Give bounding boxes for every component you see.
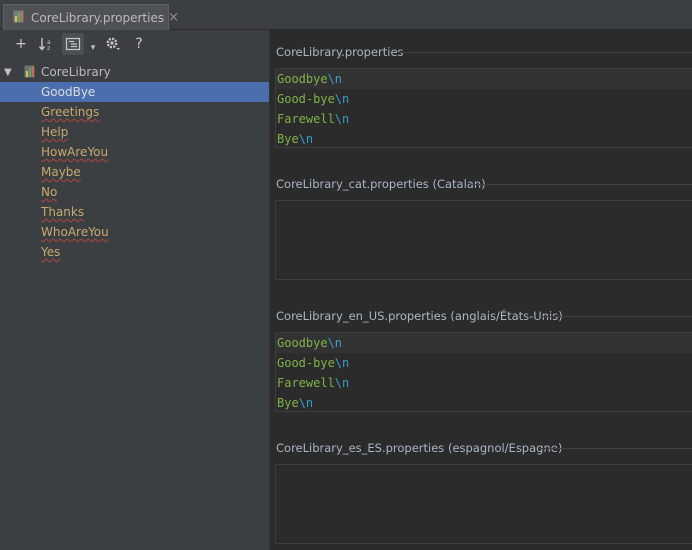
value-line: Bye\n (277, 132, 314, 146)
tree-item-greetings[interactable]: Greetings (0, 102, 269, 122)
help-icon[interactable]: ? (126, 33, 152, 55)
value-line: Farewell\n (277, 112, 350, 126)
tree-item-goodbye[interactable]: GoodBye (0, 82, 269, 102)
tree-item-howareyou[interactable]: HowAreYou (0, 142, 269, 162)
expand-arrow-icon[interactable]: ▼ (4, 67, 18, 78)
sort-alphabetically-icon[interactable]: a z (34, 33, 60, 55)
resource-bundle-tree-panel: + a z ▾ ? ▼ CoreLibrary GoodBye Greeting… (0, 30, 270, 550)
value-line: Goodbye\n (276, 333, 692, 353)
tree-root-label: CoreLibrary (41, 65, 111, 79)
value-editor-default[interactable]: Goodbye\n Good-bye\n Farewell\n Bye\n (275, 68, 692, 148)
value-editor-catalan[interactable] (275, 200, 692, 280)
value-editor-en-us[interactable]: Goodbye\n Good-bye\n Farewell\n Bye\n (275, 332, 692, 412)
value-editor-es-es[interactable] (275, 464, 692, 544)
tree-item-whoareyou[interactable]: WhoAreYou (0, 222, 269, 242)
add-icon[interactable]: + (8, 33, 34, 55)
chevron-down-icon[interactable]: ▾ (86, 29, 100, 59)
section-divider (470, 184, 692, 185)
value-line: Good-bye\n (277, 92, 350, 106)
tree-root-corelibrary[interactable]: ▼ CoreLibrary (0, 62, 269, 82)
group-by-prefix-icon[interactable] (62, 33, 84, 55)
section-divider (542, 316, 692, 317)
tree-toolbar: + a z ▾ ? (0, 30, 269, 58)
resource-bundle-icon (24, 64, 37, 81)
section-title-en-us: CoreLibrary_en_US.properties (anglais/Ét… (276, 309, 563, 323)
close-icon[interactable]: × (168, 11, 179, 24)
tree-item-thanks[interactable]: Thanks (0, 202, 269, 222)
value-line: Good-bye\n (277, 356, 350, 370)
tree-item-maybe[interactable]: Maybe (0, 162, 269, 182)
value-line: Goodbye\n (276, 69, 692, 89)
tree-item-yes[interactable]: Yes (0, 242, 269, 262)
value-line: Farewell\n (277, 376, 350, 390)
tree-item-no[interactable]: No (0, 182, 269, 202)
editor-tab[interactable]: CoreLibrary.properties × (3, 4, 179, 30)
section-title-es-es: CoreLibrary_es_ES.properties (espagnol/E… (276, 441, 563, 455)
section-title-catalan: CoreLibrary_cat.properties (Catalan) (276, 177, 486, 191)
property-values-panel: CoreLibrary.properties Goodbye\n Good-by… (270, 30, 692, 550)
tab-title: CoreLibrary.properties (31, 10, 165, 25)
section-title-default: CoreLibrary.properties (276, 45, 404, 59)
properties-tree: ▼ CoreLibrary GoodBye Greetings Help How… (0, 62, 269, 262)
section-divider (538, 448, 692, 449)
gear-icon[interactable] (100, 33, 126, 55)
section-divider (398, 52, 692, 53)
editor-tab-bar: CoreLibrary.properties × (0, 0, 692, 30)
tree-item-help[interactable]: Help (0, 122, 269, 142)
properties-file-icon (13, 9, 26, 26)
value-line: Bye\n (277, 396, 314, 410)
svg-text:z: z (47, 45, 50, 51)
